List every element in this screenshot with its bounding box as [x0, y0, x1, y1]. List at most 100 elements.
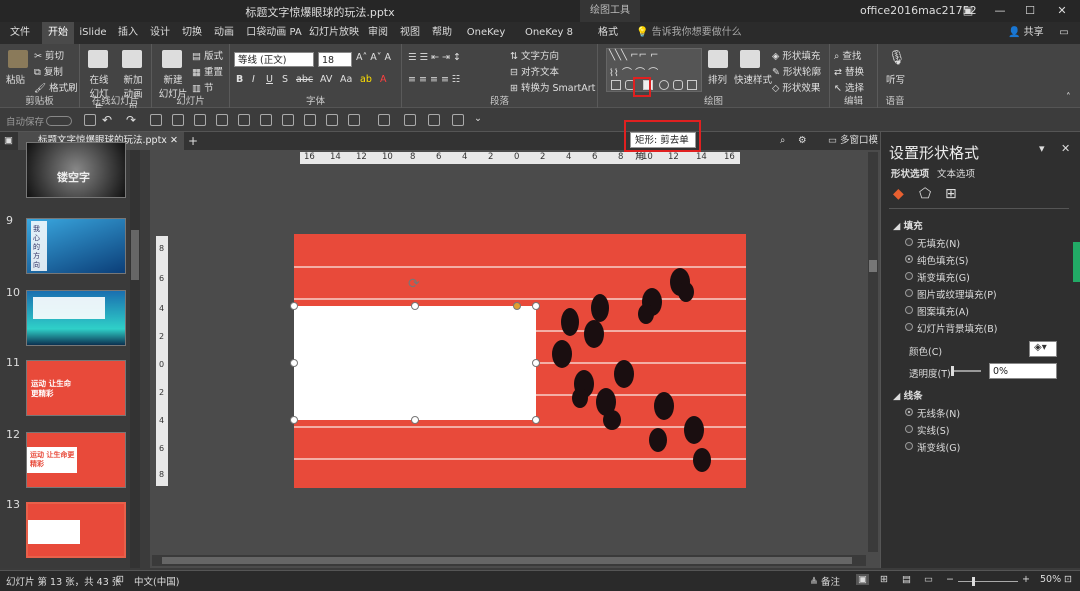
qat-customize-icon[interactable]: ⌄: [474, 113, 482, 124]
tab-text-options[interactable]: 文本选项: [937, 166, 975, 180]
resize-handle[interactable]: [532, 359, 540, 367]
slide-thumbnail[interactable]: 我心的方向: [26, 218, 126, 274]
zoom-out-icon[interactable]: −: [946, 574, 954, 585]
highlight-icon[interactable]: ab: [360, 74, 372, 85]
search-icon[interactable]: ⌕: [780, 135, 785, 146]
redo-icon[interactable]: ↷: [126, 113, 136, 127]
new-animation-page-icon[interactable]: [122, 50, 142, 68]
autosave-toggle[interactable]: [46, 116, 72, 126]
qat-tool-1-icon[interactable]: [150, 114, 162, 126]
layout-button[interactable]: ▤ 版式: [192, 48, 223, 62]
resize-handle[interactable]: [532, 302, 540, 310]
language-status[interactable]: 中文(中国): [134, 574, 179, 588]
vertical-scrollbar[interactable]: [868, 152, 878, 552]
notes-button[interactable]: ≜ 备注: [810, 574, 840, 588]
reading-view-icon[interactable]: ▤: [902, 574, 911, 585]
rect-shape-icon[interactable]: [611, 80, 621, 90]
reset-button[interactable]: ▦ 重置: [192, 64, 223, 78]
resize-handle[interactable]: [532, 416, 540, 424]
rotate-handle-icon[interactable]: ⟳: [408, 276, 420, 292]
qat-tool-12-icon[interactable]: [404, 114, 416, 126]
line-shapes-icon[interactable]: ╲╲╲ ⌐⌐ ⌐: [609, 50, 659, 61]
shape-outline-button[interactable]: ✎ 形状轮廓: [772, 64, 821, 78]
format-painter-button[interactable]: 🖌 格式刷: [34, 80, 78, 94]
transparency-input[interactable]: 0%: [989, 363, 1057, 379]
arrange-icon[interactable]: [708, 50, 728, 68]
tab-pocket-animation[interactable]: 口袋动画 PA: [246, 22, 302, 44]
paste-icon[interactable]: [8, 50, 28, 68]
undo-icon[interactable]: ↶: [102, 113, 112, 127]
tab-onekey8[interactable]: OneKey 8: [462, 22, 510, 60]
close-icon[interactable]: ✕: [1052, 2, 1072, 20]
transparency-slider[interactable]: [951, 370, 981, 372]
round-rect2-shape-icon[interactable]: [673, 80, 683, 90]
tab-insert[interactable]: 插入: [114, 22, 142, 44]
resize-handle[interactable]: [290, 302, 298, 310]
quick-styles-icon[interactable]: [740, 50, 760, 68]
radio-solid-line[interactable]: [905, 425, 913, 433]
save-icon[interactable]: [84, 114, 96, 126]
shape-fill-button[interactable]: ◈ 形状填充: [772, 48, 820, 62]
qat-tool-5-icon[interactable]: [238, 114, 250, 126]
close-doc-icon[interactable]: ✕: [170, 132, 178, 150]
qat-tool-3-icon[interactable]: [194, 114, 206, 126]
find-button[interactable]: ⌕ 查找: [834, 48, 861, 62]
font-color-icon[interactable]: A: [380, 74, 387, 85]
copy-button[interactable]: ⧉ 复制: [34, 64, 63, 78]
radio-gradient-line[interactable]: [905, 442, 913, 450]
align-icons[interactable]: ≡ ≡ ≡ ≡ ☷: [408, 74, 460, 85]
quick-styles-button[interactable]: 快速样式: [734, 72, 772, 86]
slide-thumbnail[interactable]: 镂空字: [26, 142, 126, 198]
radio-slide-bg-fill[interactable]: [905, 323, 913, 331]
shadow-button[interactable]: S: [282, 74, 288, 85]
spellcheck-icon[interactable]: ⊡: [116, 574, 124, 585]
tab-islide[interactable]: iSlide: [78, 22, 108, 44]
round-rect-shape-icon[interactable]: [659, 80, 669, 90]
slide-thumbnail[interactable]: [26, 290, 126, 346]
tab-design[interactable]: 设计: [146, 22, 174, 44]
change-case-button[interactable]: Aa: [340, 74, 352, 85]
qat-tool-2-icon[interactable]: [172, 114, 184, 126]
new-slide-icon[interactable]: [162, 50, 182, 68]
ribbon-display-icon[interactable]: ▣: [958, 2, 978, 20]
multi-window-mode-button[interactable]: ▭ 多窗口模式: [828, 132, 880, 164]
resize-handle[interactable]: [290, 416, 298, 424]
minimize-icon[interactable]: —: [990, 2, 1010, 20]
tab-format[interactable]: 格式: [594, 22, 622, 44]
replace-button[interactable]: ⇄ 替换: [834, 64, 864, 78]
radio-no-line[interactable]: [905, 408, 913, 416]
thumbnail-scrollbar[interactable]: [130, 150, 140, 568]
tab-transitions[interactable]: 切换: [178, 22, 206, 44]
tab-help[interactable]: 帮助: [428, 22, 456, 44]
qat-tool-11-icon[interactable]: [378, 114, 390, 126]
tab-slideshow[interactable]: 幻灯片放映: [308, 22, 360, 44]
line-section-header[interactable]: ◢ 线条: [893, 388, 923, 402]
normal-view-icon[interactable]: ▣: [856, 574, 869, 585]
font-size-combo[interactable]: 18: [318, 52, 352, 67]
text-direction-button[interactable]: ⇅ 文字方向: [510, 48, 559, 62]
pane-options-icon[interactable]: ▾: [1039, 142, 1045, 155]
rect2-shape-icon[interactable]: [687, 80, 697, 90]
bold-button[interactable]: B: [236, 74, 243, 85]
font-grow-shrink-icon[interactable]: A˄ A˅ A: [356, 52, 391, 63]
pane-close-icon[interactable]: ✕: [1061, 142, 1070, 155]
slideshow-view-icon[interactable]: ▭: [924, 574, 933, 585]
slide-thumbnail-selected[interactable]: [26, 502, 126, 558]
resize-handle[interactable]: [411, 416, 419, 424]
resize-handle[interactable]: [411, 302, 419, 310]
slide-sorter-icon[interactable]: ⊞: [880, 574, 888, 585]
online-slide-icon[interactable]: [88, 50, 108, 68]
strikethrough-button[interactable]: abc: [296, 74, 313, 85]
radio-pattern-fill[interactable]: [905, 306, 913, 314]
zoom-slider[interactable]: [958, 581, 1018, 582]
convert-smartart-button[interactable]: ⊞ 转换为 SmartArt: [510, 80, 595, 94]
new-tab-icon[interactable]: +: [188, 134, 198, 148]
effects-pentagon-icon[interactable]: ⬠: [919, 186, 931, 202]
horizontal-scrollbar[interactable]: [152, 555, 866, 566]
qat-tool-9-icon[interactable]: [326, 114, 338, 126]
radio-picture-fill[interactable]: [905, 289, 913, 297]
zoom-level[interactable]: 50%: [1040, 574, 1061, 585]
tab-file[interactable]: 文件: [4, 22, 36, 44]
zoom-in-icon[interactable]: +: [1022, 574, 1030, 585]
fill-section-header[interactable]: ◢ 填充: [893, 218, 923, 232]
